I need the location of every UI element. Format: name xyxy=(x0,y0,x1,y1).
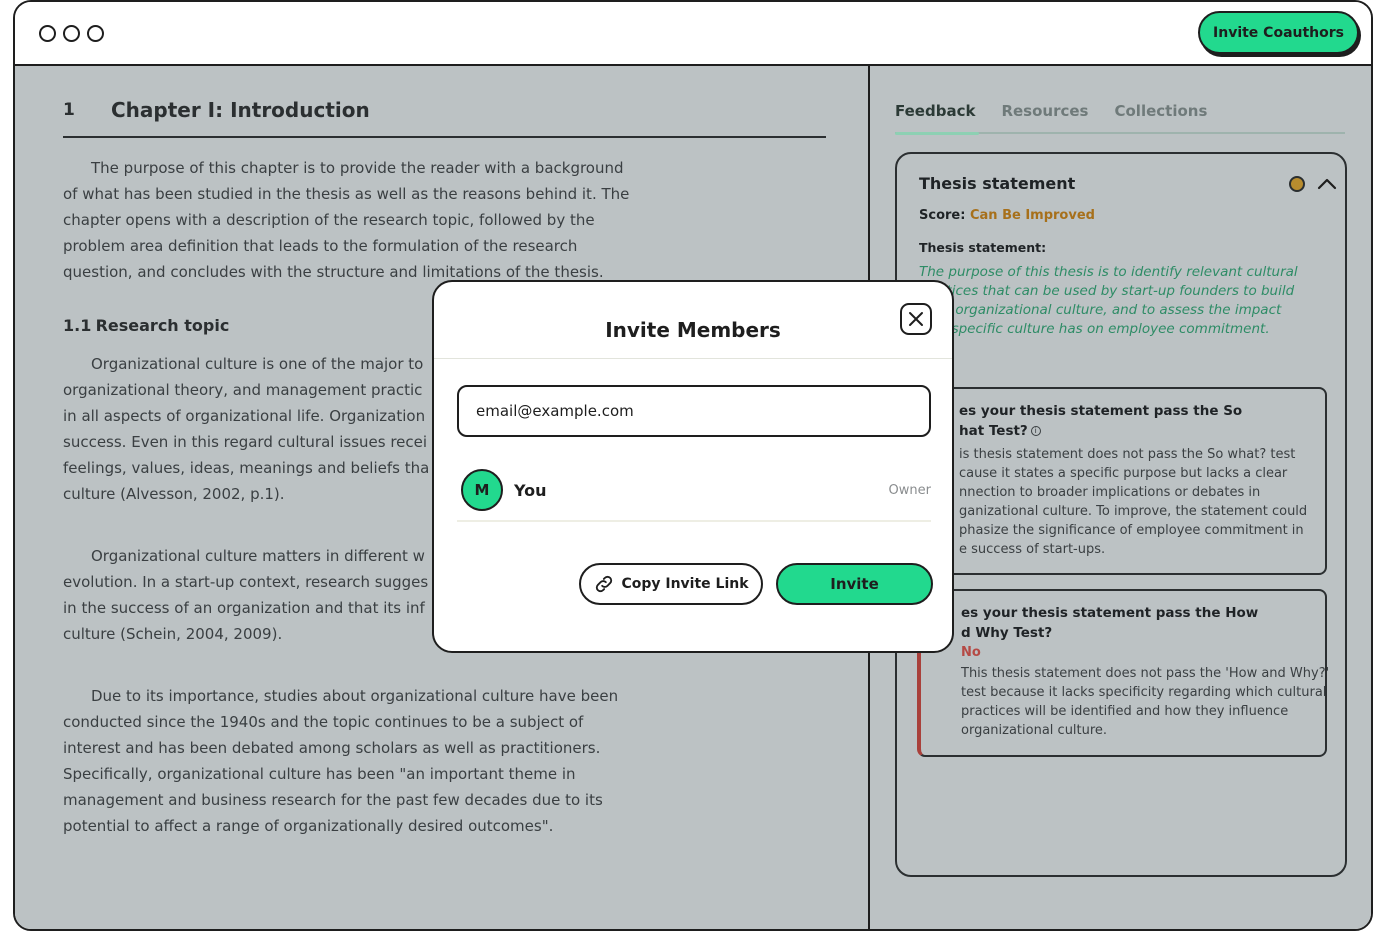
question-body-line: This thesis statement does not pass the … xyxy=(961,666,1330,681)
question-title-line: d Why Test? xyxy=(961,625,1053,641)
paragraph-line: The purpose of this chapter is to provid… xyxy=(91,159,624,177)
paragraph-line: chapter opens with a description of the … xyxy=(63,211,595,229)
question-body-line: ganizational culture. To improve, the st… xyxy=(959,504,1308,519)
invite-members-modal: Invite Members M You Owner Copy Invite L… xyxy=(432,280,954,653)
feedback-card-title: Thesis statement xyxy=(919,174,1076,193)
thesis-statement-text: The purpose of this thesis is to identif… xyxy=(919,263,1329,339)
question-title-line: es your thesis statement pass the How xyxy=(961,605,1259,621)
question-body: This thesis statement does not pass the … xyxy=(961,664,1330,740)
statement-line: ctices that can be used by start-up foun… xyxy=(939,283,1295,299)
window-controls xyxy=(39,25,104,42)
chapter-title: Chapter I: Introduction xyxy=(111,98,370,122)
paragraph-line: management and business research for the… xyxy=(63,791,603,809)
score: Score: Can Be Improved xyxy=(919,208,1095,223)
question-body-line: phasize the significance of employee com… xyxy=(959,523,1304,538)
question-title-line: hat Test? i xyxy=(959,421,1325,441)
score-label: Score: xyxy=(919,208,966,223)
question-verdict: No xyxy=(961,645,981,660)
paragraph-line: potential to affect a range of organizat… xyxy=(63,817,554,835)
question-title-text: hat Test? xyxy=(959,423,1028,439)
close-button[interactable] xyxy=(900,303,932,335)
info-icon[interactable]: i xyxy=(1030,426,1041,436)
feedback-card: Thesis statement Score: Can Be Improved … xyxy=(895,152,1347,877)
modal-divider xyxy=(434,358,952,359)
question-body-line: practices will be identified and how the… xyxy=(961,704,1289,719)
score-value: Can Be Improved xyxy=(969,208,1095,223)
close-icon xyxy=(909,312,923,326)
invite-coauthors-button[interactable]: Invite Coauthors xyxy=(1198,11,1359,54)
paragraph-line: Due to its importance, studies about org… xyxy=(91,687,619,705)
copy-invite-link-label: Copy Invite Link xyxy=(621,576,749,592)
chapter-number: 1 xyxy=(63,100,75,120)
paragraph-line: Specifically, organizational culture has… xyxy=(63,765,576,783)
question-body-line: cause it states a specific purpose but l… xyxy=(959,466,1288,481)
question-title: es your thesis statement pass the How d … xyxy=(961,603,1325,643)
avatar: M xyxy=(461,469,503,511)
question-body: is thesis statement does not pass the So… xyxy=(959,445,1325,559)
thesis-statement-label: Thesis statement: xyxy=(919,240,1047,255)
section-title: Research topic xyxy=(95,316,230,335)
paragraph: Due to its importance, studies about org… xyxy=(63,683,653,839)
title-bar: Invite Coauthors xyxy=(15,2,1371,66)
section-number: 1.1 xyxy=(63,316,92,335)
section-heading: 1.1 Research topic xyxy=(63,316,229,335)
question-body-line: e success of start-ups. xyxy=(959,542,1106,557)
member-role: Owner xyxy=(888,483,931,498)
window-dot-icon[interactable] xyxy=(63,25,80,42)
invite-button[interactable]: Invite xyxy=(776,563,933,605)
window-dot-icon[interactable] xyxy=(87,25,104,42)
how-why-test-card: es your thesis statement pass the How d … xyxy=(917,589,1330,757)
question-title-line: es your thesis statement pass the So xyxy=(959,403,1243,419)
paragraph-line: problem area definition that leads to th… xyxy=(63,237,578,255)
question-body-line: organizational culture. xyxy=(961,723,1108,738)
tab-collections[interactable]: Collections xyxy=(1114,102,1207,132)
link-icon xyxy=(596,575,613,593)
statement-line: The purpose of this thesis is to identif… xyxy=(919,264,1298,280)
intro-paragraph: The purpose of this chapter is to provid… xyxy=(63,155,653,285)
question-body-line: test because it lacks specificity regard… xyxy=(961,685,1327,700)
question-body-line: nnection to broader implications or deba… xyxy=(959,485,1261,500)
status-indicator xyxy=(1289,176,1305,192)
question-body-line: is thesis statement does not pass the So… xyxy=(959,447,1296,462)
panel-tabs: Feedback Resources Collections xyxy=(895,102,1345,135)
modal-title: Invite Members xyxy=(605,318,781,342)
question-title: es your thesis statement pass the So hat… xyxy=(959,401,1325,441)
chapter-heading: 1 Chapter I: Introduction xyxy=(63,98,826,138)
tab-feedback[interactable]: Feedback xyxy=(895,102,980,135)
so-what-test-card: es your thesis statement pass the So hat… xyxy=(917,387,1327,575)
paragraph-line: conducted since the 1940s and the topic … xyxy=(63,713,584,731)
member-row: M You Owner xyxy=(457,467,931,522)
paragraph-line: interest and has been debated among scho… xyxy=(63,739,601,757)
tab-resources[interactable]: Resources xyxy=(1001,102,1088,132)
email-input[interactable] xyxy=(457,385,931,437)
member-name: You xyxy=(514,481,547,500)
window-dot-icon[interactable] xyxy=(39,25,56,42)
chevron-up-icon[interactable] xyxy=(1315,172,1339,196)
copy-invite-link-button[interactable]: Copy Invite Link xyxy=(579,563,763,605)
statement-line: le organizational culture, and to assess… xyxy=(939,302,1282,318)
paragraph-line: of what has been studied in the thesis a… xyxy=(63,185,630,203)
statement-line: a specific culture has on employee commi… xyxy=(939,321,1270,337)
